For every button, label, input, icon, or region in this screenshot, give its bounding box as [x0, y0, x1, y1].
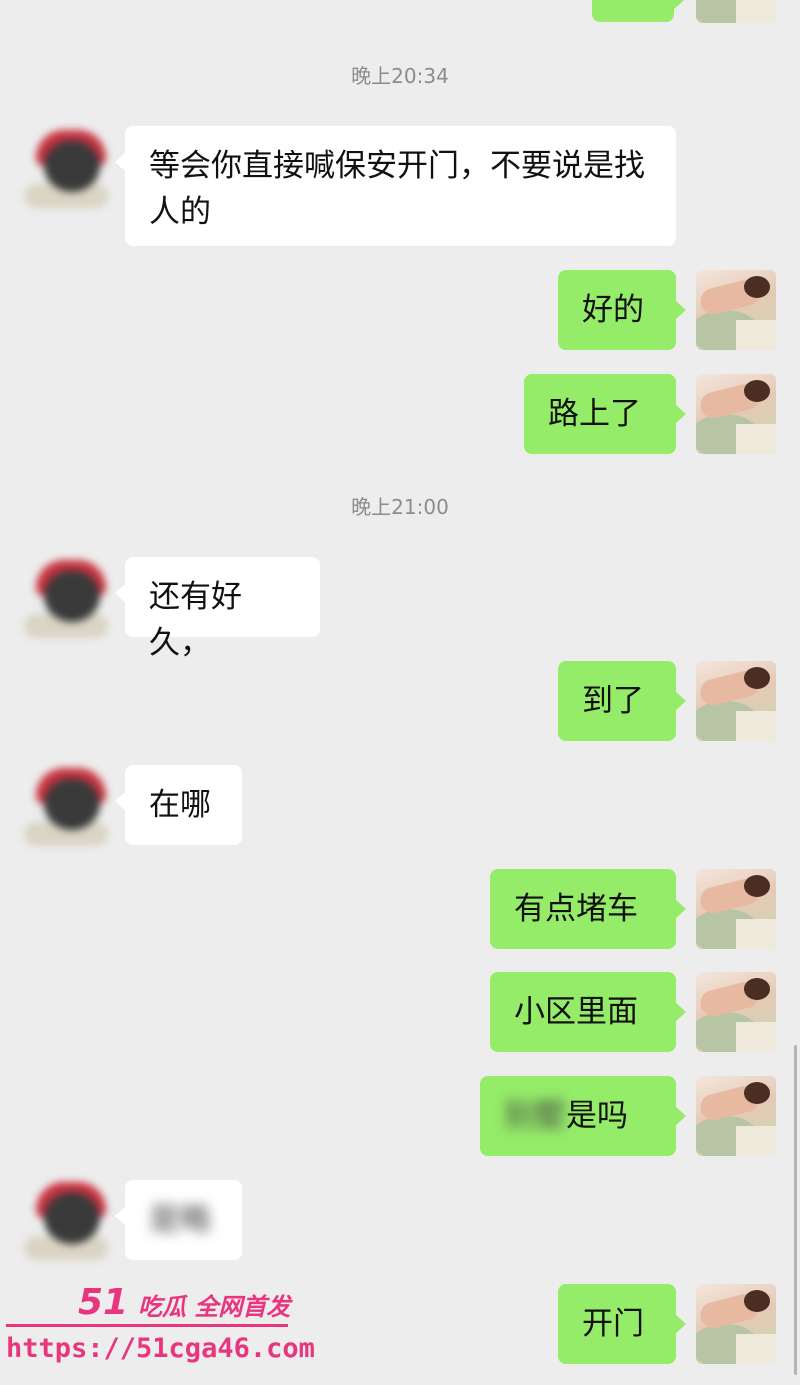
user-avatar[interactable] — [696, 869, 776, 949]
contact-avatar[interactable] — [18, 1178, 108, 1264]
blurred-text: 是略 — [149, 1202, 211, 1238]
watermark: 51 吃瓜 全网首发 https://51cga46.com — [0, 1272, 315, 1382]
timestamp: 晚上21:00 — [351, 495, 449, 519]
contact-avatar[interactable] — [18, 556, 108, 642]
message-bubble-outgoing[interactable]: 开门 — [558, 1284, 686, 1364]
chat-window[interactable]: 晚上20:34 等会你直接喊保安开门，不要说是找人的 好的 路上了 晚上21:0… — [0, 0, 800, 1385]
message-bubble-incoming[interactable]: 是略 — [115, 1180, 242, 1260]
message-bubble-outgoing[interactable]: 小区里面 — [490, 972, 686, 1052]
message-bubble-outgoing[interactable]: 有点堵车 — [490, 869, 686, 949]
watermark-divider — [6, 1324, 288, 1327]
user-avatar[interactable] — [696, 972, 776, 1052]
message-bubble-outgoing[interactable]: 别墅是吗 — [480, 1076, 686, 1156]
contact-avatar[interactable] — [18, 764, 108, 850]
blurred-text: 别墅 — [504, 1098, 566, 1134]
watermark-url: https://51cga46.com — [6, 1333, 315, 1364]
user-avatar[interactable] — [696, 1076, 776, 1156]
user-avatar[interactable] — [696, 374, 776, 454]
contact-avatar[interactable] — [18, 126, 108, 212]
user-avatar[interactable] — [696, 270, 776, 350]
watermark-logo: 51 — [78, 1282, 129, 1323]
message-bubble-outgoing[interactable]: 到了 — [558, 661, 686, 741]
timestamp: 晚上20:34 — [351, 64, 449, 88]
watermark-tagline: 吃瓜 全网首发 — [138, 1293, 291, 1321]
message-bubble-outgoing[interactable]: 路上了 — [524, 374, 686, 454]
user-avatar[interactable] — [696, 0, 776, 23]
message-bubble-incoming[interactable]: 还有好久， — [115, 557, 320, 661]
message-bubble-outgoing[interactable] — [592, 0, 684, 22]
message-bubble-outgoing[interactable]: 好的 — [558, 270, 686, 350]
message-bubble-incoming[interactable]: 等会你直接喊保安开门，不要说是找人的 — [115, 126, 676, 246]
user-avatar[interactable] — [696, 1284, 776, 1364]
message-bubble-incoming[interactable]: 在哪 — [115, 765, 242, 845]
user-avatar[interactable] — [696, 661, 776, 741]
scrollbar[interactable] — [794, 1045, 797, 1375]
